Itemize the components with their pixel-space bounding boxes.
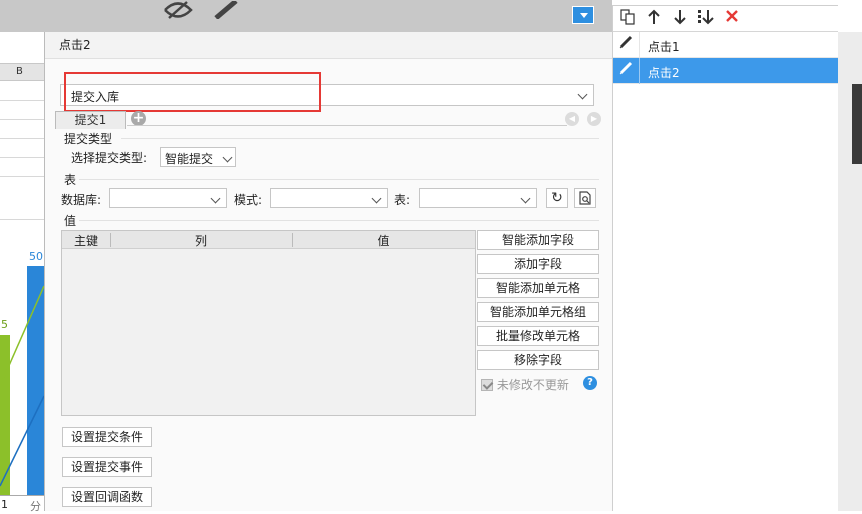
event-dialog: 点击2 提交入库 提交1 + ◀ ▶ 提交类型 选择提交类型: 智能提交 表 数… [44, 32, 612, 511]
arrow-up-icon[interactable] [645, 9, 663, 27]
chart-line-green [0, 285, 44, 387]
smart-add-cell-group-button[interactable]: 智能添加单元格组 [477, 302, 599, 322]
chevron-down-icon[interactable] [218, 148, 235, 166]
section-divider [79, 179, 599, 180]
copy-icon[interactable] [619, 9, 637, 27]
checkbox-label: 未修改不更新 [496, 378, 569, 392]
mode-label: 模式: [234, 193, 263, 207]
smart-add-cell-button[interactable]: 智能添加单元格 [477, 278, 599, 298]
tab-strip: 提交1 + ◀ ▶ [55, 111, 605, 129]
no-update-if-unchanged-option[interactable]: 未修改不更新 [481, 376, 569, 393]
chart-label-green: 5 [1, 318, 8, 331]
sheet-column-header[interactable]: B [0, 63, 44, 81]
submit-type-value: 智能提交 [165, 152, 214, 166]
checkbox-icon[interactable] [481, 379, 493, 391]
table-label: 表: [394, 193, 411, 207]
column-header-primary-key[interactable]: 主键 [62, 232, 110, 249]
tab-prev-icon[interactable]: ◀ [565, 112, 579, 126]
event-list-item-label: 点击2 [648, 66, 680, 80]
sheet-row-line [0, 119, 44, 120]
tab-divider [127, 125, 567, 126]
highlight-frame [64, 72, 321, 112]
background-dropdown-button[interactable] [572, 6, 594, 24]
database-label: 数据库: [61, 193, 102, 207]
chevron-down-icon[interactable] [206, 189, 226, 207]
add-field-button[interactable]: 添加字段 [477, 254, 599, 274]
edit-pencil-icon[interactable] [613, 32, 640, 58]
mode-select[interactable] [270, 188, 388, 208]
refresh-icon[interactable]: ↻ [546, 188, 568, 208]
background-dark-block [852, 84, 862, 164]
column-header-label: B [16, 66, 23, 77]
submit-type-label: 选择提交类型: [71, 151, 148, 165]
set-submit-condition-button[interactable]: 设置提交条件 [62, 427, 152, 447]
edit-pencil-icon[interactable] [613, 58, 640, 84]
sheet-row-line [0, 219, 44, 220]
event-list-item-selected[interactable]: 点击2 [613, 58, 838, 84]
section-submit-type-header: 提交类型 [64, 132, 113, 146]
column-header-column[interactable]: 列 [110, 232, 292, 249]
batch-modify-cells-button[interactable]: 批量修改单元格 [477, 326, 599, 346]
section-value-header: 值 [64, 214, 77, 228]
tab-submit-1[interactable]: 提交1 [55, 111, 126, 129]
chevron-down-icon[interactable] [516, 189, 536, 207]
chart-axis: 1 分 [0, 495, 44, 513]
pencil-icon[interactable] [212, 0, 240, 22]
arrow-down-icon[interactable] [671, 9, 689, 27]
dialog-title: 点击2 [45, 32, 612, 59]
section-divider [121, 138, 599, 139]
sheet-row-line [0, 157, 44, 158]
remove-field-button[interactable]: 移除字段 [477, 350, 599, 370]
chevron-down-icon[interactable] [573, 85, 593, 105]
chevron-down-icon[interactable] [367, 189, 387, 207]
smart-add-field-button[interactable]: 智能添加字段 [477, 230, 599, 250]
tab-next-icon[interactable]: ▶ [587, 112, 601, 126]
event-list-toolbar [613, 6, 838, 32]
field-mapping-table[interactable]: 主键 列 值 [61, 230, 476, 416]
move-to-bottom-icon[interactable] [697, 9, 715, 27]
eye-off-icon[interactable] [163, 0, 193, 22]
section-table-header: 表 [64, 173, 77, 187]
background-right-strip [838, 32, 862, 511]
sheet-row-line [0, 176, 44, 177]
axis-tick-label: 分 [30, 500, 41, 513]
submit-type-select[interactable]: 智能提交 [160, 147, 236, 167]
column-header-value[interactable]: 值 [292, 232, 475, 249]
axis-tick-label: 1 [1, 498, 8, 511]
table-header: 主键 列 值 [62, 231, 475, 249]
chart-line-blue [0, 395, 44, 487]
search-table-icon[interactable] [574, 188, 596, 208]
delete-icon[interactable] [723, 9, 741, 27]
chart-label-blue: 50 [29, 250, 43, 263]
sheet-row-line [0, 138, 44, 139]
background-toolbar [0, 0, 612, 32]
set-callback-button[interactable]: 设置回调函数 [62, 487, 152, 507]
section-divider [79, 220, 599, 221]
help-icon[interactable]: ? [583, 376, 597, 390]
add-tab-icon[interactable]: + [131, 111, 146, 126]
sheet-row-line [0, 100, 44, 101]
event-list-item[interactable]: 点击1 [613, 32, 838, 58]
chart-lines [0, 285, 44, 487]
event-list-panel: 点击1 点击2 [612, 5, 838, 511]
table-select[interactable] [419, 188, 537, 208]
event-list-item-label: 点击1 [648, 40, 680, 54]
set-submit-event-button[interactable]: 设置提交事件 [62, 457, 152, 477]
database-select[interactable] [109, 188, 227, 208]
